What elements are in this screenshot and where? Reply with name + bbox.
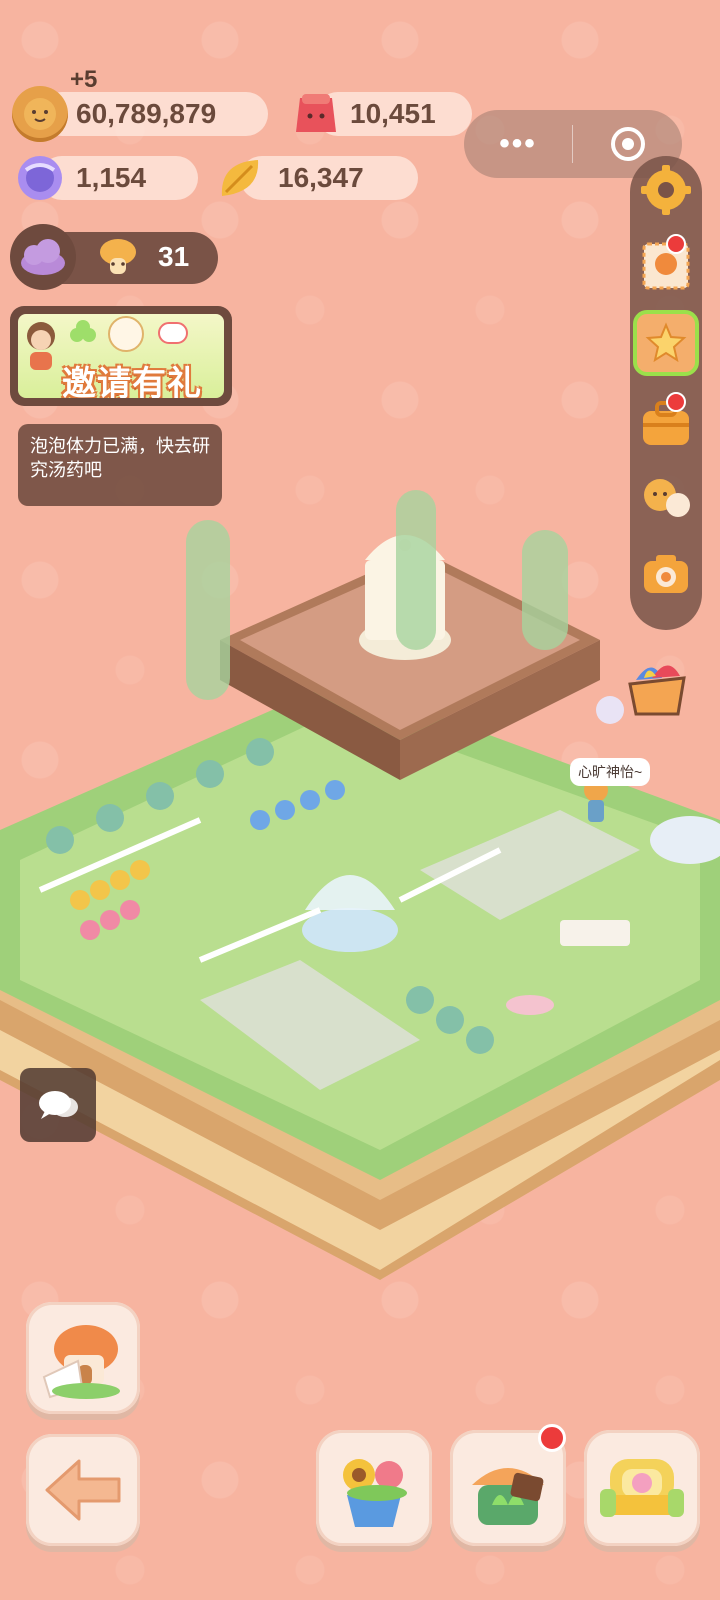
status-tip: 泡泡体力已满，快去研究汤药吧 [18,424,222,506]
smiley-icon [108,316,144,352]
furniture-button[interactable] [584,1430,700,1546]
red-gem-icon [288,86,344,142]
more-menu-button[interactable]: ••• [464,127,572,161]
flower-pot-icon [343,1459,407,1527]
settings-button[interactable] [636,160,696,220]
candy-icon [12,150,68,206]
garden-scene [0,490,720,1280]
back-button[interactable] [26,1434,140,1546]
star-shop-button[interactable] [633,310,699,376]
candy-count: 1,154 [76,162,147,193]
sofa-icon [600,1459,684,1517]
energy-count: 31 [158,241,190,272]
invite-banner-bg: 邀请有礼 [18,314,224,398]
house-button[interactable] [26,1302,140,1414]
character-avatar-icon [22,318,60,372]
mushroom-house-icon [42,1325,120,1399]
npc-speech-bubble: 心旷神怡~ [570,758,651,786]
flowers-button[interactable] [316,1430,432,1546]
gift-basket-icon [628,665,686,716]
arrow-left-icon [45,1459,121,1521]
cookie-counter[interactable]: 60,789,879 [40,92,268,136]
friends-icon [644,479,690,517]
leaf-icon [212,150,268,206]
target-icon [610,127,645,161]
chat-button[interactable] [20,1068,96,1142]
shop-bag-icon [472,1468,544,1525]
camera-icon [644,555,688,593]
clover-icon [68,318,98,348]
gem-count: 10,451 [350,98,436,129]
bag-notification-dot [666,392,686,412]
leaf-count: 16,347 [278,162,364,193]
invite-banner[interactable]: 邀请有礼 [10,306,232,406]
shop-notification-dot [538,1424,566,1452]
star-icon [645,322,687,363]
gear-icon [641,165,691,215]
cookie-count: 60,789,879 [76,98,217,129]
camera-button[interactable] [636,544,696,604]
gain-popup: +5 [70,66,98,93]
chat-bubble-icon [158,322,188,344]
friends-button[interactable] [636,470,696,530]
stamp-notification-dot [666,234,686,254]
gift-basket-button[interactable] [622,654,692,720]
chat-icon [39,1091,78,1119]
cookie-icon [12,86,68,142]
mushroom-icon [96,236,140,280]
cloud-icon[interactable] [10,224,76,290]
invite-label: 邀请有礼 [62,365,202,398]
